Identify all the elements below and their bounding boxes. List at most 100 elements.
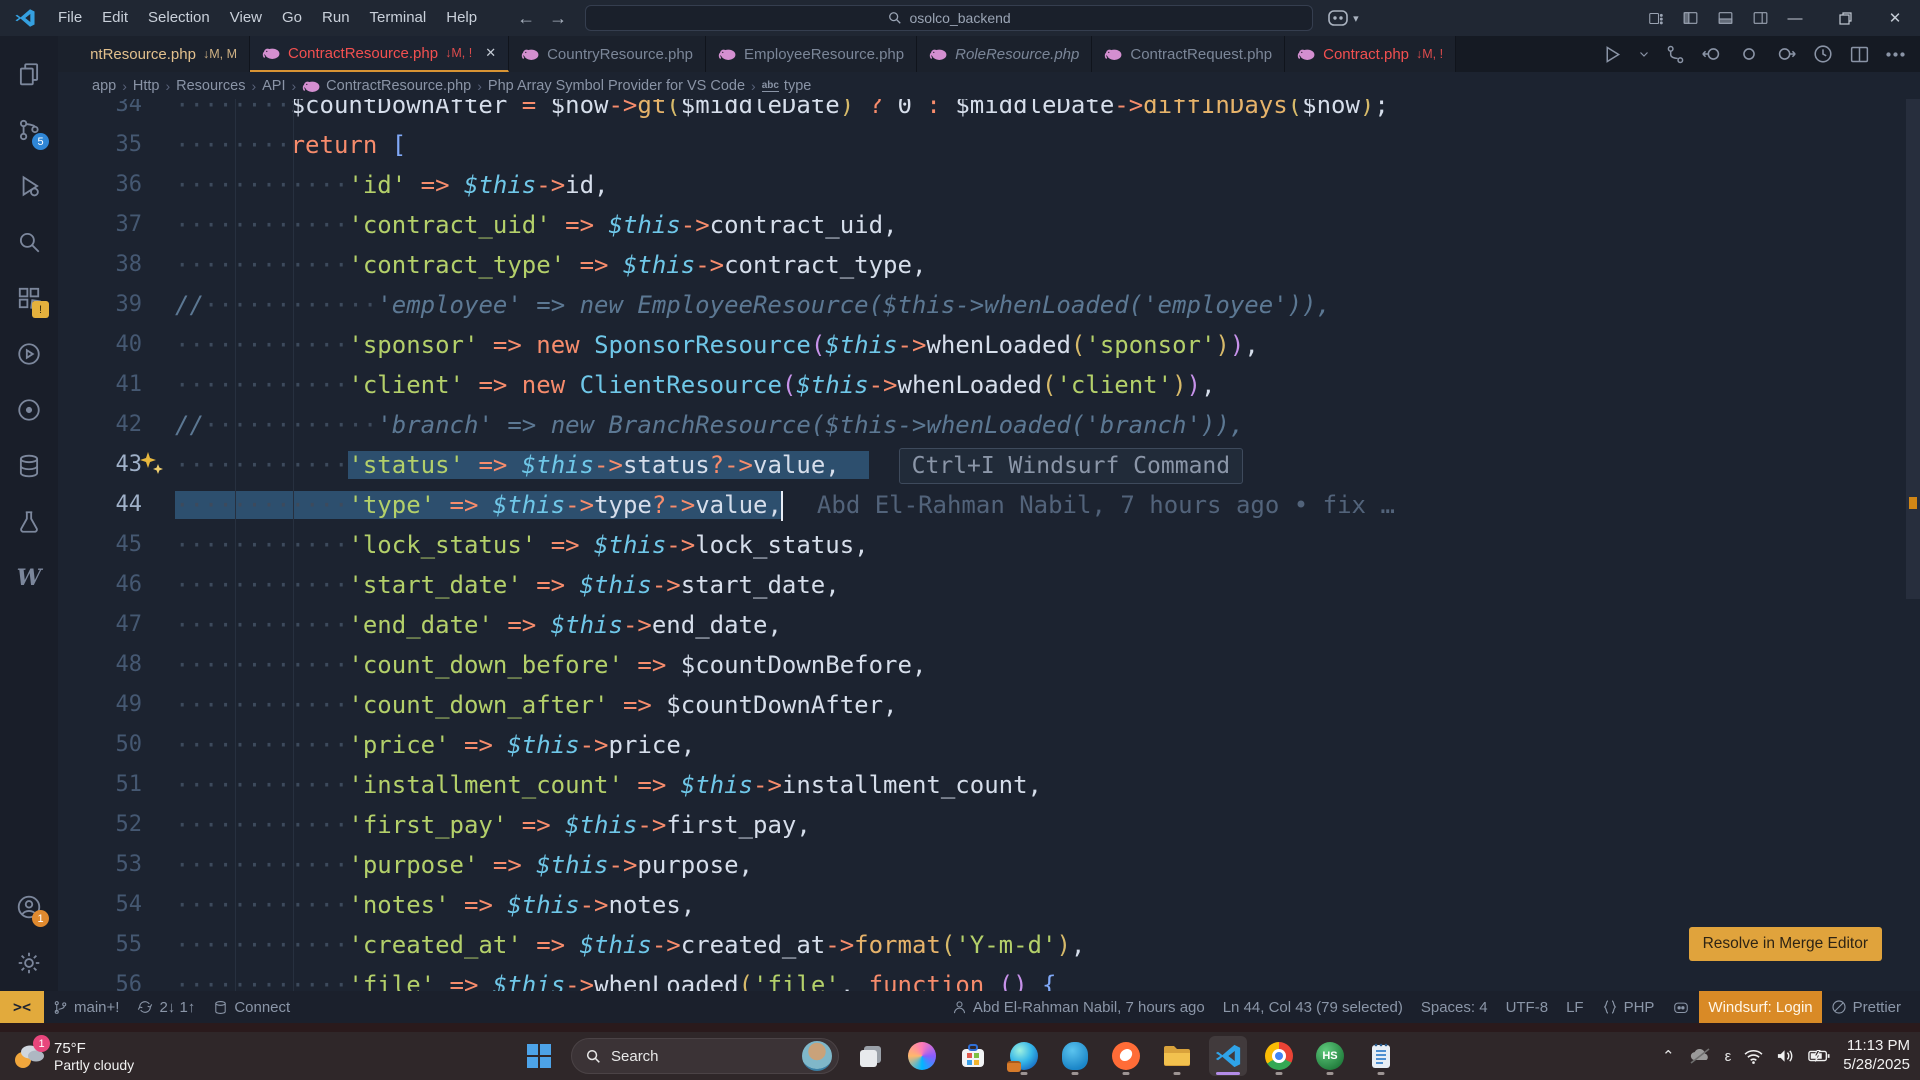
line-content[interactable]: ············'lock_status' => $this->lock… [175,525,1920,565]
tab-ntresource-php[interactable]: ntResource.php↓M, M [58,36,250,72]
windsurf-sparkle-icon[interactable] [137,450,167,480]
language-mode[interactable]: PHP [1593,991,1664,1023]
tab-employeeresource-php[interactable]: EmployeeResource.php [706,36,917,72]
wifi-icon[interactable] [1744,1049,1763,1064]
menu-terminal[interactable]: Terminal [360,0,437,36]
line-number[interactable]: 56 [58,965,175,991]
breadcrumb-item-contractresource-php[interactable]: ContractResource.php [302,78,471,94]
line-number[interactable]: 52 [58,805,175,845]
line-number[interactable]: 53 [58,845,175,885]
task-view-icon[interactable] [852,1036,890,1076]
restore-button[interactable] [1820,0,1870,36]
line-content[interactable]: ············'count_down_before' => $coun… [175,645,1920,685]
run-debug-icon[interactable] [5,158,53,214]
tab-contractrequest-php[interactable]: ContractRequest.php [1092,36,1285,72]
line-number[interactable]: 35 [58,125,175,165]
line-content[interactable]: ············'notes' => $this->notes, [175,885,1920,925]
menu-go[interactable]: Go [272,0,312,36]
line-content[interactable]: ············'file' => $this->whenLoaded(… [175,965,1920,991]
layout-customize-button[interactable] [1647,11,1665,26]
line-number[interactable]: 49 [58,685,175,725]
code-line-41[interactable]: 41············'client' => new ClientReso… [58,365,1920,405]
line-number[interactable]: 50 [58,725,175,765]
nav-back-button[interactable]: ← [517,8,535,29]
line-number[interactable]: 46 [58,565,175,605]
nav-forward-button[interactable]: → [549,8,567,29]
code-line-43[interactable]: 43············'status' => $this->status?… [58,445,1920,485]
volume-icon[interactable] [1776,1048,1795,1064]
code-line-53[interactable]: 53············'purpose' => $this->purpos… [58,845,1920,885]
menu-view[interactable]: View [220,0,272,36]
language-indicator[interactable]: ε [1725,1048,1732,1065]
code-line-49[interactable]: 49············'count_down_after' => $cou… [58,685,1920,725]
line-content[interactable]: ············'first_pay' => $this->first_… [175,805,1920,845]
ms-store-icon[interactable] [954,1036,992,1076]
close-button[interactable]: ✕ [1870,0,1920,36]
copilot-icon[interactable] [903,1036,941,1076]
search-icon[interactable] [5,214,53,270]
notepad-icon[interactable] [1362,1036,1400,1076]
next-change-button[interactable] [1775,43,1797,65]
code-line-39[interactable]: 39//············'employee' => new Employ… [58,285,1920,325]
accounts-icon[interactable]: 1 [5,879,53,935]
line-number[interactable]: 51 [58,765,175,805]
line-number[interactable]: 54 [58,885,175,925]
line-content[interactable]: ············'purpose' => $this->purpose, [175,845,1920,885]
extensions-icon[interactable]: ! [5,270,53,326]
code-line-35[interactable]: 35········return [ [58,125,1920,165]
run-button[interactable] [1602,44,1623,65]
code-line-54[interactable]: 54············'notes' => $this->notes, [58,885,1920,925]
blue-app-icon[interactable] [1056,1036,1094,1076]
resolve-merge-editor-button[interactable]: Resolve in Merge Editor [1689,927,1882,961]
breadcrumb-item-php-array-symbol-provider-for-vs-code[interactable]: Php Array Symbol Provider for VS Code [488,78,745,94]
prev-change-button[interactable] [1701,43,1723,65]
code-line-52[interactable]: 52············'first_pay' => $this->firs… [58,805,1920,845]
code-line-51[interactable]: 51············'installment_count' => $th… [58,765,1920,805]
line-number[interactable]: 47 [58,605,175,645]
line-content[interactable]: //············'branch' => new BranchReso… [175,405,1920,445]
robot-status[interactable] [1663,991,1699,1023]
sync-status[interactable]: 2↓ 1↑ [128,991,204,1023]
code-editor[interactable]: 34········$countDownAfter = $now->gt($mi… [58,99,1920,991]
line-content[interactable]: //············'employee' => new Employee… [175,285,1920,325]
testing-icon[interactable] [5,494,53,550]
minimize-button[interactable]: — [1770,0,1820,36]
command-center-search[interactable]: osolco_backend [585,5,1313,31]
line-content[interactable]: ············'price' => $this->price, [175,725,1920,765]
menu-selection[interactable]: Selection [138,0,220,36]
chrome-icon[interactable] [1260,1036,1298,1076]
taskbar-search[interactable]: Search [571,1038,839,1074]
breadcrumb-item-type[interactable]: abctype [762,78,812,94]
line-number[interactable]: 55 [58,925,175,965]
code-line-50[interactable]: 50············'price' => $this->price, [58,725,1920,765]
postman-icon[interactable] [1107,1036,1145,1076]
tray-chevron-up-icon[interactable]: ⌃ [1662,1047,1675,1065]
panel-bottom-button[interactable] [1716,10,1735,26]
tab-roleresource-php[interactable]: RoleResource.php [917,36,1092,72]
breadcrumb-item-resources[interactable]: Resources [176,78,245,94]
start-button[interactable] [520,1036,558,1076]
code-line-55[interactable]: 55············'created_at' => $this->cre… [58,925,1920,965]
line-number[interactable]: 39 [58,285,175,325]
vscode-icon[interactable] [1209,1036,1247,1076]
panel-right-button[interactable] [1751,10,1770,26]
scrollbar[interactable] [1906,99,1920,991]
encoding[interactable]: UTF-8 [1497,991,1558,1023]
play-circle-icon[interactable] [5,326,53,382]
breadcrumb-item-api[interactable]: API [262,78,285,94]
run-dropdown[interactable] [1638,48,1650,60]
code-line-37[interactable]: 37············'contract_uid' => $this->c… [58,205,1920,245]
line-content[interactable]: ············'status' => $this->status?->… [175,445,1920,485]
cursor-position[interactable]: Ln 44, Col 43 (79 selected) [1214,991,1412,1023]
more-actions-button[interactable] [1885,44,1906,65]
windsurf-icon[interactable]: W [5,550,53,606]
line-number[interactable]: 48 [58,645,175,685]
tab-close-icon[interactable]: ✕ [485,45,496,61]
change-indicator-button[interactable] [1738,43,1760,65]
prettier-status[interactable]: Prettier [1822,991,1910,1023]
menu-run[interactable]: Run [312,0,360,36]
line-content[interactable]: ············'client' => new ClientResour… [175,365,1920,405]
code-line-34[interactable]: 34········$countDownAfter = $now->gt($mi… [58,99,1920,125]
code-line-48[interactable]: 48············'count_down_before' => $co… [58,645,1920,685]
panel-left-button[interactable] [1681,10,1700,26]
